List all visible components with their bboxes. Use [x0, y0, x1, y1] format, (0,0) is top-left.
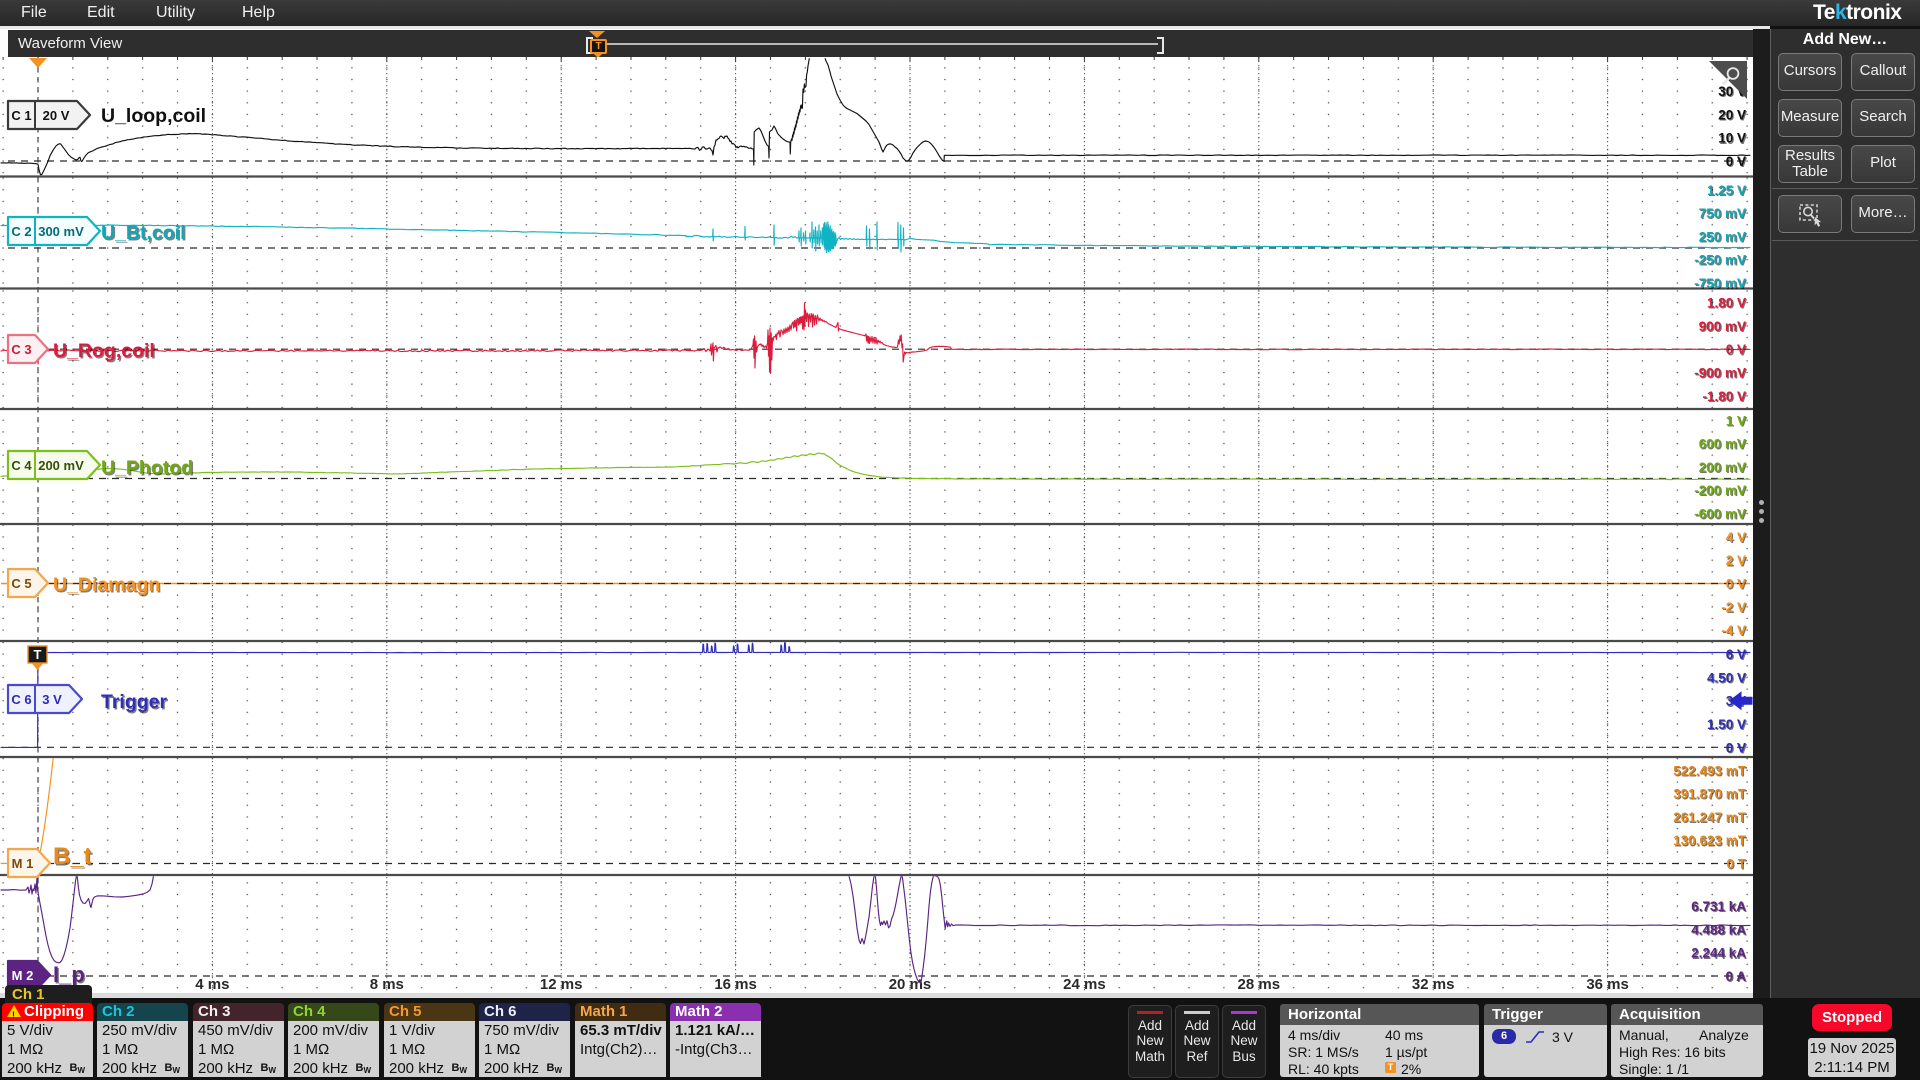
svg-text:U_loop,coil: U_loop,coil	[101, 105, 206, 127]
svg-text:12 ms: 12 ms	[540, 976, 583, 993]
svg-text:M 2: M 2	[12, 968, 34, 983]
svg-text:522.493 mT: 522.493 mT	[1673, 763, 1747, 778]
svg-text:I_p: I_p	[53, 962, 85, 987]
svg-text:0 V: 0 V	[1726, 342, 1746, 357]
svg-text:20 ms: 20 ms	[889, 976, 932, 993]
svg-text:U_Photod: U_Photod	[101, 457, 193, 479]
svg-text:0 V: 0 V	[1726, 154, 1746, 169]
svg-text:6.731 kA: 6.731 kA	[1691, 899, 1746, 914]
svg-text:20 V: 20 V	[1718, 107, 1746, 122]
svg-text:U_Diamagn: U_Diamagn	[53, 574, 160, 596]
svg-text:U_Rog,coil: U_Rog,coil	[53, 340, 155, 362]
svg-text:16 ms: 16 ms	[714, 976, 757, 993]
svg-text:200 mV: 200 mV	[1699, 460, 1746, 475]
svg-text:1.25 V: 1.25 V	[1707, 183, 1746, 198]
svg-text:U_Bt,coil: U_Bt,coil	[101, 222, 186, 244]
svg-text:1.80 V: 1.80 V	[1707, 296, 1746, 311]
svg-text:C 4: C 4	[11, 458, 32, 473]
svg-text:0 T: 0 T	[1726, 857, 1746, 872]
svg-text:4 ms: 4 ms	[195, 976, 229, 993]
svg-text:-2 V: -2 V	[1721, 600, 1746, 615]
svg-text:200 mV: 200 mV	[38, 458, 84, 473]
svg-text:0 A: 0 A	[1725, 969, 1746, 984]
svg-text:C 6: C 6	[11, 692, 31, 707]
svg-text:-1.80 V: -1.80 V	[1702, 389, 1746, 404]
svg-text:C 1: C 1	[11, 108, 31, 123]
svg-text:C 5: C 5	[11, 576, 31, 591]
svg-text:250 mV: 250 mV	[1699, 229, 1746, 244]
svg-text:T: T	[34, 647, 42, 662]
svg-text:300 mV: 300 mV	[38, 224, 84, 239]
svg-text:1 V: 1 V	[1726, 413, 1746, 428]
svg-text:4.50 V: 4.50 V	[1707, 670, 1746, 685]
svg-text:-250 mV: -250 mV	[1694, 253, 1746, 268]
svg-text:C 2: C 2	[11, 224, 31, 239]
svg-text:3 V: 3 V	[42, 692, 62, 707]
svg-text:20 V: 20 V	[43, 108, 70, 123]
svg-text:750 mV: 750 mV	[1699, 206, 1746, 221]
svg-text:130.623 mT: 130.623 mT	[1673, 833, 1747, 848]
svg-text:391.870 mT: 391.870 mT	[1673, 787, 1747, 802]
svg-text:8 ms: 8 ms	[370, 976, 404, 993]
svg-text:C 3: C 3	[11, 342, 31, 357]
svg-text:0 V: 0 V	[1726, 740, 1746, 755]
svg-text:600 mV: 600 mV	[1699, 437, 1746, 452]
svg-text:B_t: B_t	[53, 843, 92, 870]
svg-text:0 V: 0 V	[1726, 577, 1746, 592]
svg-text:900 mV: 900 mV	[1699, 319, 1746, 334]
svg-text:4.488 kA: 4.488 kA	[1691, 922, 1746, 937]
svg-text:-200 mV: -200 mV	[1694, 483, 1746, 498]
svg-text:2 V: 2 V	[1726, 553, 1746, 568]
svg-text:1.50 V: 1.50 V	[1707, 717, 1746, 732]
svg-text:261.247 mT: 261.247 mT	[1673, 810, 1747, 825]
svg-text:M 1: M 1	[12, 856, 34, 871]
svg-text:-600 mV: -600 mV	[1694, 506, 1746, 521]
svg-text:4 V: 4 V	[1726, 530, 1746, 545]
svg-text:2.244 kA: 2.244 kA	[1691, 946, 1746, 961]
svg-text:10 V: 10 V	[1718, 131, 1746, 146]
svg-text:-4 V: -4 V	[1721, 623, 1746, 638]
svg-text:-900 mV: -900 mV	[1694, 366, 1746, 381]
svg-text:36 ms: 36 ms	[1586, 976, 1629, 993]
svg-text:Trigger: Trigger	[101, 691, 168, 713]
svg-text:28 ms: 28 ms	[1238, 976, 1281, 993]
svg-text:-750 mV: -750 mV	[1694, 276, 1746, 291]
svg-text:32 ms: 32 ms	[1412, 976, 1455, 993]
svg-text:6 V: 6 V	[1726, 647, 1746, 662]
svg-text:24 ms: 24 ms	[1063, 976, 1106, 993]
